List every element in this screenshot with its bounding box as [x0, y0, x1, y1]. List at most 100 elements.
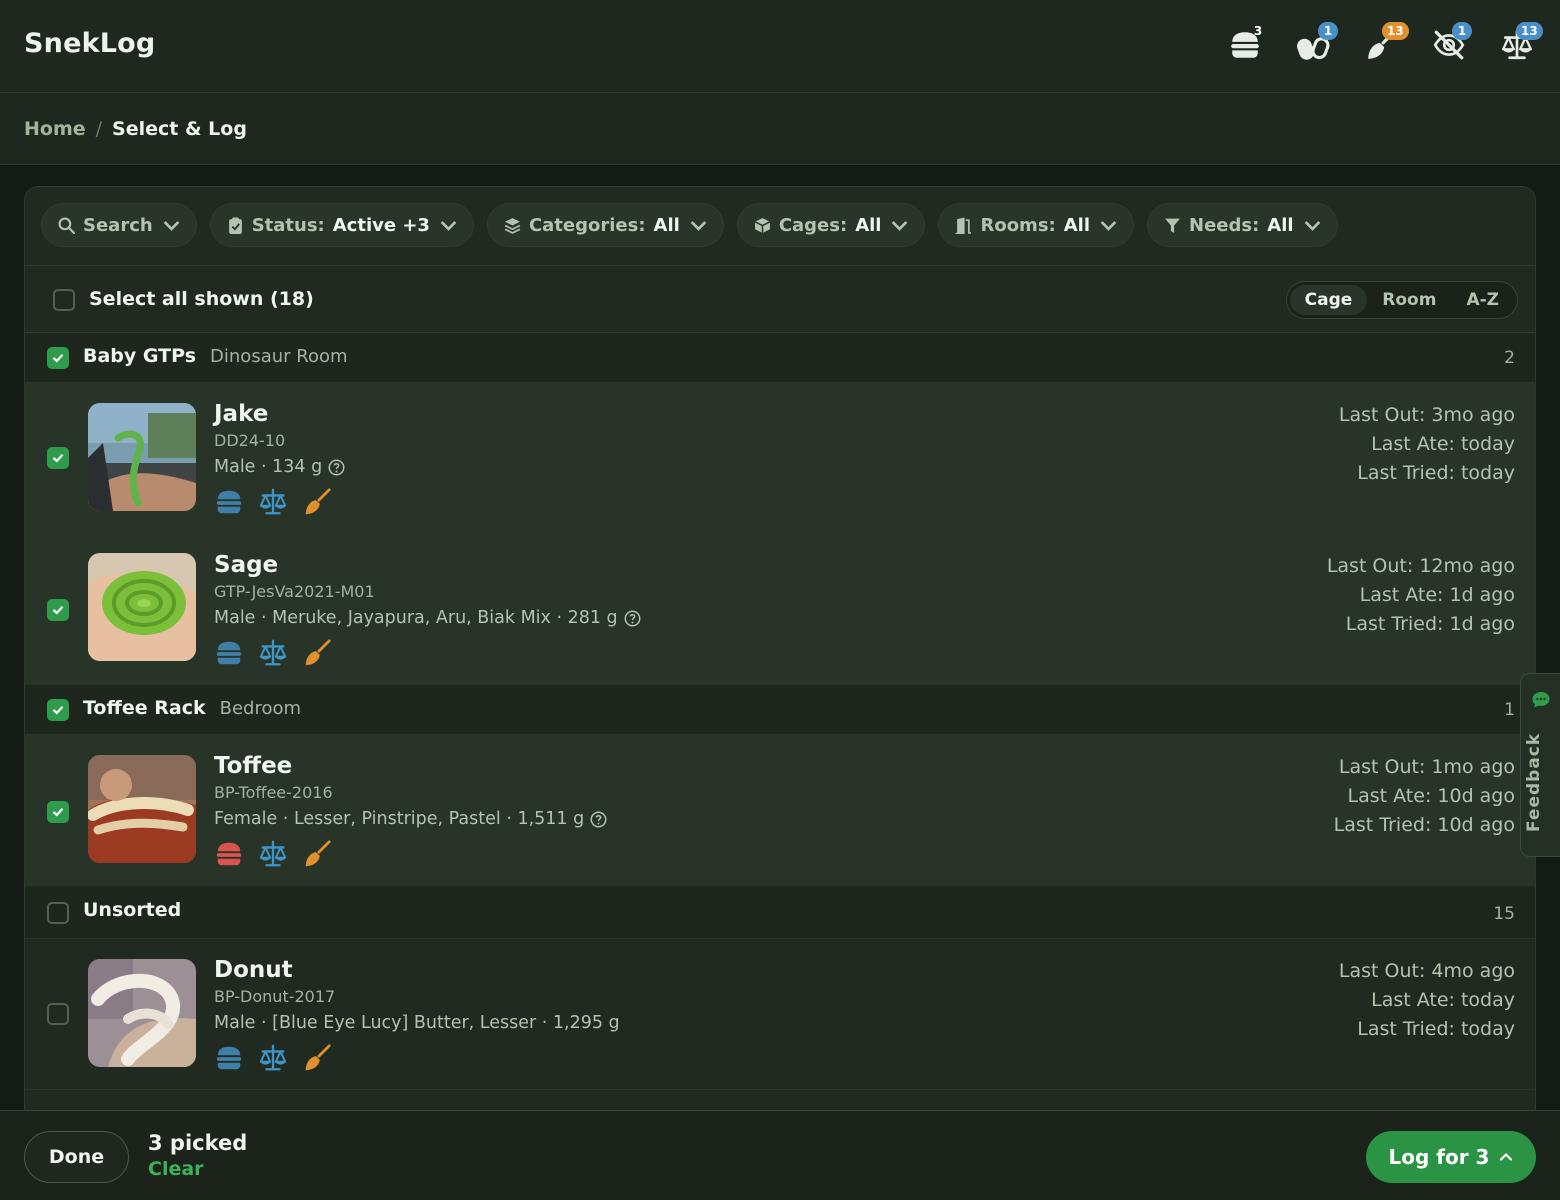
done-button[interactable]: Done [24, 1131, 129, 1183]
group-room: Dinosaur Room [210, 346, 348, 367]
animal-details: Male · [Blue Eye Lucy] Butter, Lesser · … [214, 1013, 620, 1033]
burger-icon[interactable] [214, 487, 244, 517]
breadcrumb-home-link[interactable]: Home [24, 118, 86, 140]
group-name: Toffee Rack Bedroom [83, 697, 301, 719]
check-icon [52, 706, 64, 715]
top-bar: SnekLog 3 1 13 1 13 [0, 0, 1560, 93]
animal-checkbox[interactable] [47, 1003, 69, 1025]
medication-alert-button[interactable]: 1 [1292, 22, 1338, 66]
last-tried: Last Tried: today [1357, 1018, 1515, 1040]
needs-filter-chip[interactable]: Needs: All [1147, 203, 1338, 247]
animal-details: Male · 134 g [214, 457, 323, 477]
chevron-down-icon [690, 220, 707, 231]
breadcrumb-current: Select & Log [112, 118, 247, 140]
picked-count: 3 picked [148, 1131, 248, 1155]
feedback-tab[interactable]: Feedback [1520, 673, 1560, 857]
animal-photo[interactable] [88, 755, 196, 863]
animal-row[interactable]: Donut BP-Donut-2017 Male · [Blue Eye Luc… [25, 939, 1535, 1090]
animal-photo[interactable] [88, 553, 196, 661]
photo-coiled-green-snake [88, 553, 196, 661]
last-out: Last Out: 12mo ago [1326, 555, 1515, 577]
cage-group-header[interactable]: Baby GTPs Dinosaur Room 2 [25, 333, 1535, 383]
animal-id: BP-Donut-2017 [214, 987, 336, 1006]
animal-row[interactable]: Toffee BP-Toffee-2016 Female · Lesser, P… [25, 735, 1535, 886]
animal-photo[interactable] [88, 959, 196, 1067]
group-checkbox[interactable] [47, 699, 69, 721]
rooms-filter-chip[interactable]: Rooms: All [938, 203, 1135, 247]
animal-checkbox[interactable] [47, 599, 69, 621]
last-ate: Last Ate: 10d ago [1347, 785, 1515, 807]
last-tried: Last Tried: 10d ago [1333, 814, 1515, 836]
burger-icon[interactable] [214, 839, 244, 869]
cage-group-header[interactable]: Unsorted 15 [25, 887, 1535, 939]
group-name: Unsorted [83, 899, 181, 921]
box-icon [754, 217, 771, 233]
cages-filter-value: All [855, 214, 882, 236]
chevron-down-icon [163, 220, 179, 231]
broom-icon[interactable] [302, 839, 332, 869]
weigh-alert-badge: 13 [1516, 22, 1543, 40]
broom-icon[interactable] [302, 487, 332, 517]
help-circle-icon[interactable] [624, 610, 641, 627]
sort-option-cage[interactable]: Cage [1289, 285, 1368, 315]
animal-row[interactable]: Jake DD24-10 Male · 134 g Last Out: 3mo … [25, 383, 1535, 534]
broom-icon[interactable] [302, 638, 332, 668]
animal-name: Donut [214, 957, 293, 983]
burger-icon[interactable] [214, 1043, 244, 1073]
weigh-alert-button[interactable]: 13 [1496, 22, 1543, 66]
search-filter-chip[interactable]: Search [41, 203, 197, 247]
broom-icon[interactable] [302, 1043, 332, 1073]
animal-row[interactable]: Sage GTP-JesVa2021-M01 Male · Meruke, Ja… [25, 534, 1535, 685]
select-all-bar: Select all shown (18) Cage Room A-Z [25, 265, 1535, 333]
log-button-label: Log for 3 [1388, 1145, 1490, 1169]
sort-option-az[interactable]: A-Z [1451, 285, 1514, 315]
animal-photo[interactable] [88, 403, 196, 511]
group-checkbox[interactable] [47, 347, 69, 369]
check-icon [52, 808, 64, 817]
last-ate: Last Ate: today [1371, 433, 1515, 455]
animal-description: Female · Lesser, Pinstripe, Pastel · 1,5… [214, 809, 607, 829]
sort-option-room[interactable]: Room [1367, 285, 1451, 315]
select-all-label[interactable]: Select all shown (18) [89, 288, 314, 310]
animal-status-icons [214, 638, 332, 668]
check-icon [52, 606, 64, 615]
needs-filter-label: Needs: [1189, 214, 1260, 236]
scale-icon[interactable] [258, 839, 288, 869]
hidden-alert-button[interactable]: 1 [1428, 22, 1472, 66]
scale-icon[interactable] [258, 487, 288, 517]
log-button[interactable]: Log for 3 [1366, 1131, 1536, 1183]
help-circle-icon[interactable] [328, 459, 345, 476]
group-checkbox[interactable] [47, 902, 69, 924]
cage-group-header[interactable]: Toffee Rack Bedroom 1 [25, 685, 1535, 735]
animal-stats: Last Out: 12mo ago Last Ate: 1d ago Last… [1327, 552, 1515, 639]
clear-selection-link[interactable]: Clear [148, 1158, 204, 1180]
cages-filter-label: Cages: [778, 214, 848, 236]
burger-icon[interactable] [214, 638, 244, 668]
group-count: 2 [1504, 348, 1515, 368]
scale-icon[interactable] [258, 1043, 288, 1073]
categories-filter-chip[interactable]: Categories: All [486, 203, 724, 247]
cages-filter-chip[interactable]: Cages: All [736, 203, 926, 247]
scale-icon[interactable] [258, 638, 288, 668]
check-icon [52, 354, 64, 363]
photo-ball-python [88, 755, 196, 863]
animal-name: Jake [214, 401, 269, 427]
clean-alert-button[interactable]: 13 [1360, 22, 1409, 66]
animal-checkbox[interactable] [47, 801, 69, 823]
status-filter-chip[interactable]: Status: Active +3 [209, 203, 474, 247]
feed-alert-button[interactable]: 3 [1224, 24, 1266, 66]
search-filter-label: Search [83, 214, 153, 236]
chevron-down-icon [440, 220, 457, 231]
app-title[interactable]: SnekLog [24, 28, 155, 59]
filter-bar: Search Status: Active +3 Categories: All… [41, 203, 1338, 247]
feedback-label: Feedback [1524, 732, 1544, 832]
photo-white-snake [88, 959, 196, 1067]
help-circle-icon[interactable] [590, 811, 607, 828]
animal-checkbox[interactable] [47, 447, 69, 469]
last-ate: Last Ate: 1d ago [1359, 584, 1515, 606]
select-all-checkbox[interactable] [53, 289, 75, 311]
chevron-down-icon [1100, 220, 1117, 231]
chevron-down-icon [892, 220, 908, 231]
animal-name: Toffee [214, 753, 293, 779]
animal-description: Male · 134 g [214, 457, 345, 477]
